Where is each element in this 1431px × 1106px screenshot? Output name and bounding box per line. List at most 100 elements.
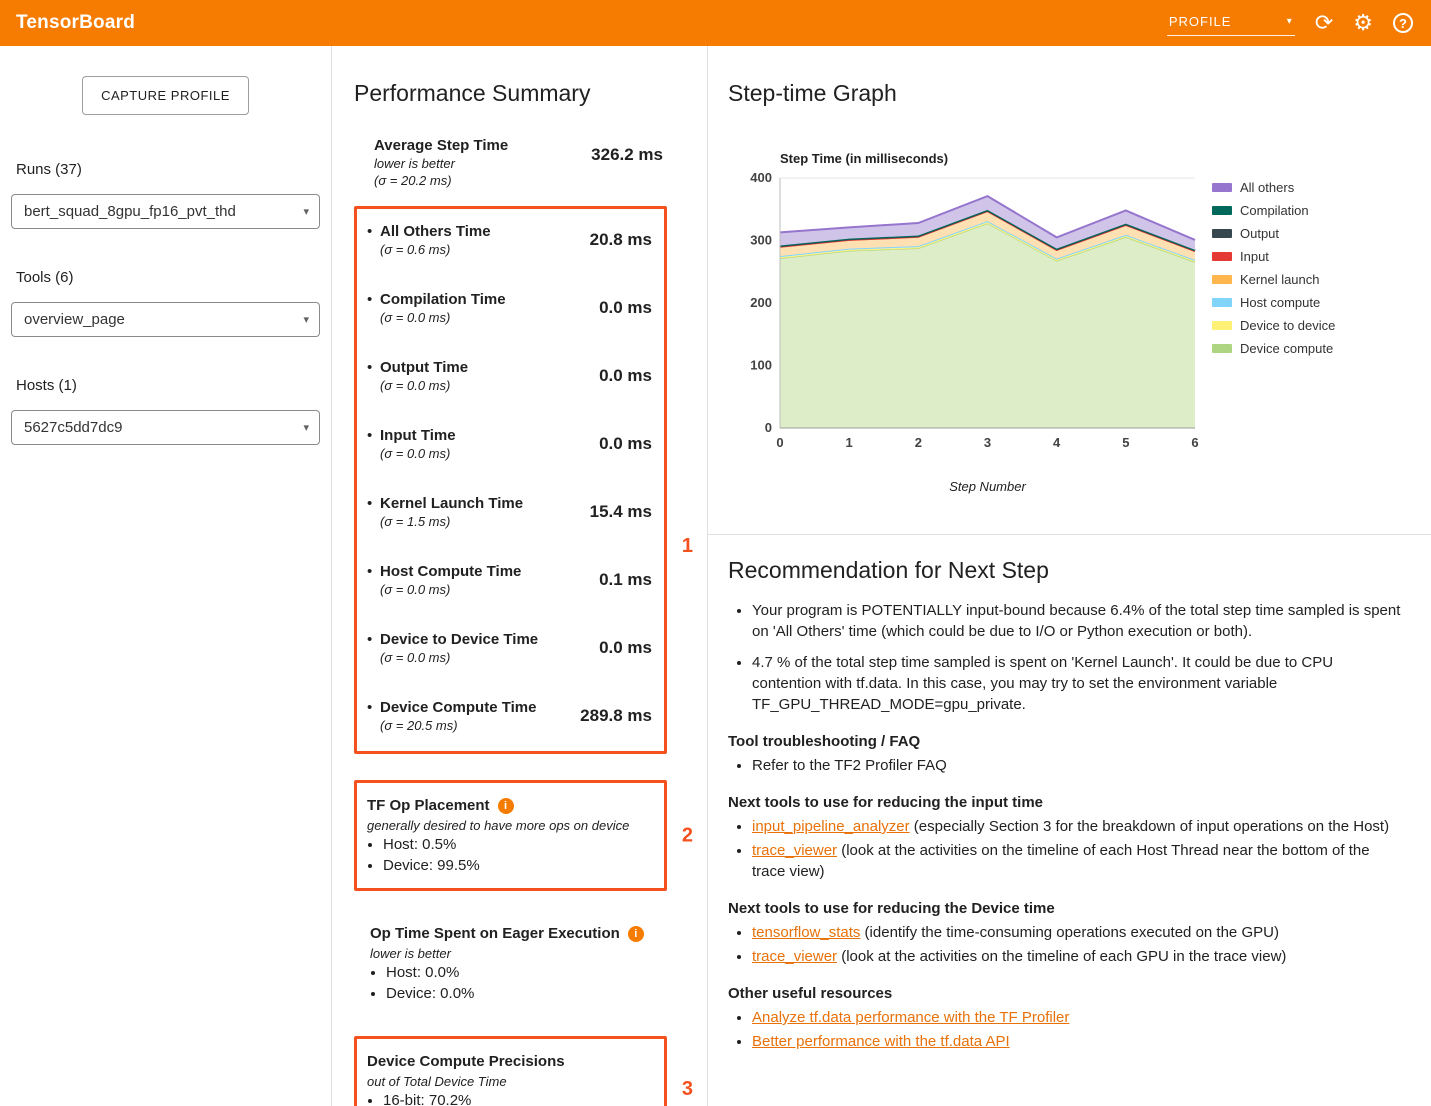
refresh-icon[interactable]: ⟳	[1315, 12, 1333, 34]
legend-label: Compilation	[1240, 203, 1309, 218]
tensorboard-app: TensorBoard PROFILE ▾ ⟳ ⚙ ? CAPTURE PROF…	[0, 0, 1431, 1106]
svg-text:200: 200	[750, 295, 772, 310]
metric-label: Device to Device Time	[380, 631, 538, 648]
capture-profile-button[interactable]: CAPTURE PROFILE	[82, 76, 249, 115]
average-step-time: Average Step Time lower is better (σ = 2…	[374, 137, 663, 188]
step-time-chart: 01002003004000123456	[734, 166, 1204, 466]
svg-text:0: 0	[776, 435, 783, 450]
hosts-select[interactable]: 5627c5dd7dc9 ▾	[11, 410, 320, 445]
eager-execution-list: Host: 0.0% Device: 0.0%	[370, 964, 667, 1002]
recommendation-link[interactable]: trace_viewer	[752, 948, 837, 965]
legend-swatch	[1212, 344, 1232, 353]
svg-text:3: 3	[984, 435, 991, 450]
recommendation-link[interactable]: input_pipeline_analyzer	[752, 818, 910, 835]
metric-label: Compilation Time	[380, 291, 506, 308]
svg-text:5: 5	[1122, 435, 1129, 450]
step-time-breakdown-box: •All Others Time(σ = 0.6 ms)20.8 ms•Comp…	[354, 206, 667, 754]
eager-host-pct: Host: 0.0%	[386, 964, 667, 981]
legend-label: Host compute	[1240, 295, 1320, 310]
legend-label: Input	[1240, 249, 1269, 264]
legend-item: All others	[1212, 180, 1335, 195]
chart-x-axis-label: Step Number	[734, 479, 1204, 494]
recommendation-section-heading: Tool troubleshooting / FAQ	[728, 733, 1405, 750]
chevron-down-icon: ▾	[303, 421, 309, 434]
tools-select-value: overview_page	[24, 311, 125, 328]
metric-text: Host Compute Time(σ = 0.0 ms)	[380, 563, 521, 597]
metric-row: •Host Compute Time(σ = 0.0 ms)0.1 ms	[367, 563, 654, 597]
recommendation-bullet: Your program is POTENTIALLY input-bound …	[752, 600, 1405, 642]
legend-item: Input	[1212, 249, 1335, 264]
bullet-icon: •	[367, 359, 380, 376]
legend-item: Compilation	[1212, 203, 1335, 218]
recommendation-bullet: Analyze tf.data performance with the TF …	[752, 1007, 1405, 1028]
metric-row: •Input Time(σ = 0.0 ms)0.0 ms	[367, 427, 654, 461]
recommendation-section-heading: Other useful resources	[728, 985, 1405, 1002]
legend-swatch	[1212, 321, 1232, 330]
chart-area: Step Time (in milliseconds) 010020030040…	[734, 151, 1411, 494]
eager-execution-block: Op Time Spent on Eager Execution i lower…	[370, 925, 667, 1002]
info-icon[interactable]: i	[628, 926, 644, 942]
hosts-label: Hosts (1)	[16, 377, 320, 394]
step-time-graph-title: Step-time Graph	[728, 80, 1411, 107]
gear-icon[interactable]: ⚙	[1353, 12, 1373, 34]
recommendation-link[interactable]: trace_viewer	[752, 842, 837, 859]
runs-label: Runs (37)	[16, 161, 320, 178]
tf-op-placement-boxwrap: TF Op Placement i generally desired to h…	[354, 780, 667, 891]
tools-select[interactable]: overview_page ▾	[11, 302, 320, 337]
chart-title: Step Time (in milliseconds)	[780, 151, 1411, 166]
app-title: TensorBoard	[16, 12, 135, 34]
legend-label: Output	[1240, 226, 1279, 241]
chart-legend: All others Compilation Output Input Kernel l…	[1212, 166, 1335, 356]
recommendation-pane: Recommendation for Next Step Your progra…	[708, 535, 1431, 1106]
metric-label: Host Compute Time	[380, 563, 521, 580]
metric-text: Compilation Time(σ = 0.0 ms)	[380, 291, 506, 325]
recommendation-link[interactable]: Analyze tf.data performance with the TF …	[752, 1009, 1069, 1026]
recommendation-bullet: input_pipeline_analyzer (especially Sect…	[752, 816, 1405, 837]
metric-label: Input Time	[380, 427, 456, 444]
recommendation-section-heading: Next tools to use for reducing the input…	[728, 794, 1405, 811]
legend-item: Kernel launch	[1212, 272, 1335, 287]
legend-label: Kernel launch	[1240, 272, 1320, 287]
tf-op-placement-title: TF Op Placement	[367, 797, 490, 814]
legend-swatch	[1212, 183, 1232, 192]
tools-label: Tools (6)	[16, 269, 320, 286]
device-precisions-boxwrap: Device Compute Precisions out of Total D…	[354, 1036, 667, 1106]
tf-op-placement-title-row: TF Op Placement i	[367, 797, 654, 814]
metric-row: •Kernel Launch Time(σ = 1.5 ms)15.4 ms	[367, 495, 654, 529]
precision-16bit: 16-bit: 70.2%	[383, 1092, 654, 1106]
svg-text:2: 2	[915, 435, 922, 450]
step-time-breakdown-boxwrap: •All Others Time(σ = 0.6 ms)20.8 ms•Comp…	[354, 206, 667, 754]
recommendation-intro-list: Your program is POTENTIALLY input-bound …	[728, 600, 1405, 715]
average-step-time-note: lower is better	[374, 156, 508, 171]
performance-summary-title: Performance Summary	[354, 80, 667, 107]
metric-label: Kernel Launch Time	[380, 495, 523, 512]
bullet-icon: •	[367, 427, 380, 444]
metric-sigma: (σ = 0.0 ms)	[380, 378, 468, 393]
recommendation-link[interactable]: tensorflow_stats	[752, 924, 860, 941]
device-precisions-box: Device Compute Precisions out of Total D…	[354, 1036, 667, 1106]
dashboard-select[interactable]: PROFILE ▾	[1167, 11, 1295, 36]
recommendation-link[interactable]: Better performance with the tf.data API	[752, 1033, 1010, 1050]
runs-select[interactable]: bert_squad_8gpu_fp16_pvt_thd ▾	[11, 194, 320, 229]
eager-device-pct: Device: 0.0%	[386, 985, 667, 1002]
chevron-down-icon: ▾	[303, 205, 309, 218]
tf-op-placement-subtitle: generally desired to have more ops on de…	[367, 818, 654, 833]
legend-swatch	[1212, 252, 1232, 261]
eager-execution-subtitle: lower is better	[370, 946, 667, 961]
metric-sigma: (σ = 20.5 ms)	[380, 718, 536, 733]
svg-text:4: 4	[1053, 435, 1061, 450]
average-step-time-label: Average Step Time	[374, 137, 508, 154]
metric-value: 0.0 ms	[599, 434, 654, 454]
legend-label: Device to device	[1240, 318, 1335, 333]
svg-text:6: 6	[1191, 435, 1198, 450]
legend-swatch	[1212, 298, 1232, 307]
metric-text: Kernel Launch Time(σ = 1.5 ms)	[380, 495, 523, 529]
help-icon[interactable]: ?	[1393, 13, 1413, 33]
recommendation-title: Recommendation for Next Step	[728, 557, 1405, 584]
runs-field: Runs (37) bert_squad_8gpu_fp16_pvt_thd ▾	[0, 161, 331, 229]
legend-swatch	[1212, 275, 1232, 284]
info-icon[interactable]: i	[498, 798, 514, 814]
recommendation-bullet: trace_viewer (look at the activities on …	[752, 946, 1405, 967]
legend-item: Output	[1212, 226, 1335, 241]
chevron-down-icon: ▾	[303, 313, 309, 326]
